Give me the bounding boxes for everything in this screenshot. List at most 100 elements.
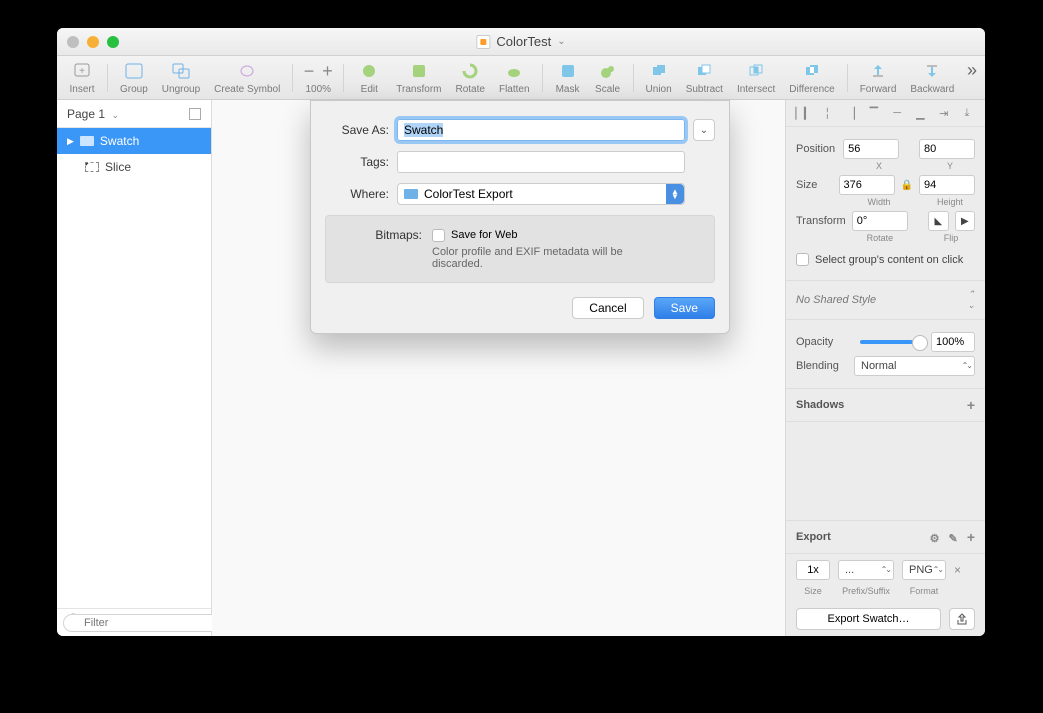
scale-button[interactable]: Scale — [589, 60, 627, 95]
forward-button[interactable]: Forward — [854, 60, 903, 95]
transform-label: Transform — [796, 215, 846, 227]
size-label: Size — [796, 179, 833, 191]
chevron-updown-icon: ▲▼ — [666, 184, 684, 204]
rotate-input[interactable] — [852, 211, 908, 231]
disclosure-triangle-icon[interactable]: ▶ — [67, 136, 74, 147]
distribute-h-icon[interactable]: ⇥ — [936, 106, 952, 120]
separator — [542, 64, 543, 92]
separator — [847, 64, 848, 92]
align-left-icon[interactable]: ▏▎ — [796, 106, 812, 120]
where-select[interactable]: ColorTest Export ▲▼ — [397, 183, 685, 205]
insert-button[interactable]: + Insert — [63, 60, 101, 95]
separator — [107, 64, 108, 92]
separator — [633, 64, 634, 92]
minimize-button[interactable] — [87, 36, 99, 48]
tags-label: Tags: — [325, 155, 389, 169]
rotate-button[interactable]: Rotate — [450, 60, 491, 95]
save-as-label: Save As: — [325, 123, 389, 137]
tags-input[interactable] — [397, 151, 685, 173]
add-shadow-button[interactable]: + — [967, 397, 975, 413]
flip-h-button[interactable]: ◣ — [928, 211, 948, 231]
slice-icon — [85, 162, 99, 172]
export-header: Export — [796, 531, 831, 543]
expand-dialog-button[interactable]: ⌄ — [693, 119, 715, 141]
save-button[interactable]: Save — [654, 297, 715, 319]
remove-export-button[interactable]: × — [954, 563, 961, 577]
position-y-input[interactable] — [919, 139, 975, 159]
align-center-icon[interactable]: ╎ — [819, 106, 835, 120]
zoom-control[interactable]: − + 100% — [299, 60, 337, 95]
edit-button[interactable]: Edit — [350, 60, 388, 95]
transform-button[interactable]: Transform — [390, 60, 447, 95]
page-selector[interactable]: Page 1 ⌄ — [57, 100, 211, 128]
chevron-down-icon: ⌄ — [557, 36, 565, 47]
window-title[interactable]: ColorTest ⌄ — [476, 34, 565, 49]
layer-item-slice[interactable]: Slice — [57, 154, 211, 180]
width-input[interactable] — [839, 175, 895, 195]
save-dialog: Save As: ⌄ Tags: Where: ColorTest Export… — [310, 100, 730, 334]
export-knife-icon[interactable]: ✎ — [949, 533, 958, 545]
overflow-menu[interactable]: » — [967, 60, 977, 81]
export-preset-icon[interactable]: ⚙ — [930, 533, 940, 545]
select-group-checkbox[interactable]: Select group's content on click — [796, 247, 975, 272]
share-icon — [956, 613, 968, 625]
flatten-button[interactable]: Flatten — [493, 60, 536, 95]
close-button[interactable] — [67, 36, 79, 48]
subtract-button[interactable]: Subtract — [680, 60, 729, 95]
add-export-button[interactable]: + — [967, 529, 975, 545]
flip-v-button[interactable]: ▶ — [955, 211, 975, 231]
align-middle-icon[interactable]: ─ — [889, 106, 905, 120]
checkbox-icon — [432, 229, 445, 242]
create-symbol-button[interactable]: Create Symbol — [208, 60, 286, 95]
lock-icon[interactable]: 🔒 — [901, 180, 913, 191]
checkbox-icon — [796, 253, 809, 266]
difference-button[interactable]: Difference — [783, 60, 840, 95]
app-window: ColorTest ⌄ + Insert Group Ungroup Creat… — [57, 28, 985, 636]
align-top-icon[interactable]: ▔ — [866, 106, 882, 120]
height-input[interactable] — [919, 175, 975, 195]
chevron-updown-icon: ⌃⌄ — [967, 289, 975, 311]
intersect-button[interactable]: Intersect — [731, 60, 781, 95]
where-label: Where: — [325, 187, 389, 201]
share-button[interactable] — [949, 608, 975, 630]
filter-input[interactable] — [63, 614, 233, 632]
distribute-v-icon[interactable]: ⤓ — [959, 106, 975, 120]
blending-select[interactable]: Normal — [854, 356, 975, 376]
zoom-in-button[interactable]: + — [322, 61, 333, 82]
opacity-input[interactable] — [931, 332, 975, 352]
align-controls: ▏▎ ╎ ▕ ▔ ─ ▁ ⇥ ⤓ — [786, 100, 985, 127]
export-prefix-select[interactable]: ... — [838, 560, 894, 580]
toolbar: + Insert Group Ungroup Create Symbol − +… — [57, 56, 985, 100]
ungroup-button[interactable]: Ungroup — [156, 60, 206, 95]
svg-text:+: + — [79, 66, 85, 77]
zoom-out-button[interactable]: − — [304, 61, 315, 82]
position-x-input[interactable] — [843, 139, 899, 159]
cancel-button[interactable]: Cancel — [572, 297, 643, 319]
save-for-web-desc: Color profile and EXIF metadata will be … — [432, 246, 662, 270]
mask-button[interactable]: Mask — [549, 60, 587, 95]
align-right-icon[interactable]: ▕ — [843, 106, 859, 120]
layer-list: ▶ Swatch Slice — [57, 128, 211, 608]
save-for-web-checkbox[interactable]: Save for Web — [432, 228, 517, 242]
traffic-lights — [67, 36, 119, 48]
bitmap-options: Bitmaps: Save for Web Color profile and … — [325, 215, 715, 283]
export-button[interactable]: Export Swatch… — [796, 608, 941, 630]
shared-style-select[interactable]: No Shared Style ⌃⌄ — [786, 281, 985, 320]
opacity-slider[interactable] — [860, 340, 919, 344]
layer-item-swatch[interactable]: ▶ Swatch — [57, 128, 211, 154]
backward-button[interactable]: Backward — [904, 60, 960, 95]
bitmaps-label: Bitmaps: — [342, 228, 422, 242]
export-size-input[interactable] — [796, 560, 830, 580]
save-as-input[interactable] — [397, 119, 685, 141]
export-format-select[interactable]: PNG — [902, 560, 946, 580]
shadows-header: Shadows — [796, 399, 844, 411]
position-label: Position — [796, 143, 837, 155]
artboard-icon[interactable] — [189, 108, 201, 120]
zoom-button[interactable] — [107, 36, 119, 48]
blending-label: Blending — [796, 360, 848, 372]
inspector: ▏▎ ╎ ▕ ▔ ─ ▁ ⇥ ⤓ Position XY Size — [785, 100, 985, 636]
union-button[interactable]: Union — [640, 60, 678, 95]
document-icon — [476, 35, 490, 49]
align-bottom-icon[interactable]: ▁ — [912, 106, 928, 120]
group-button[interactable]: Group — [114, 60, 154, 95]
